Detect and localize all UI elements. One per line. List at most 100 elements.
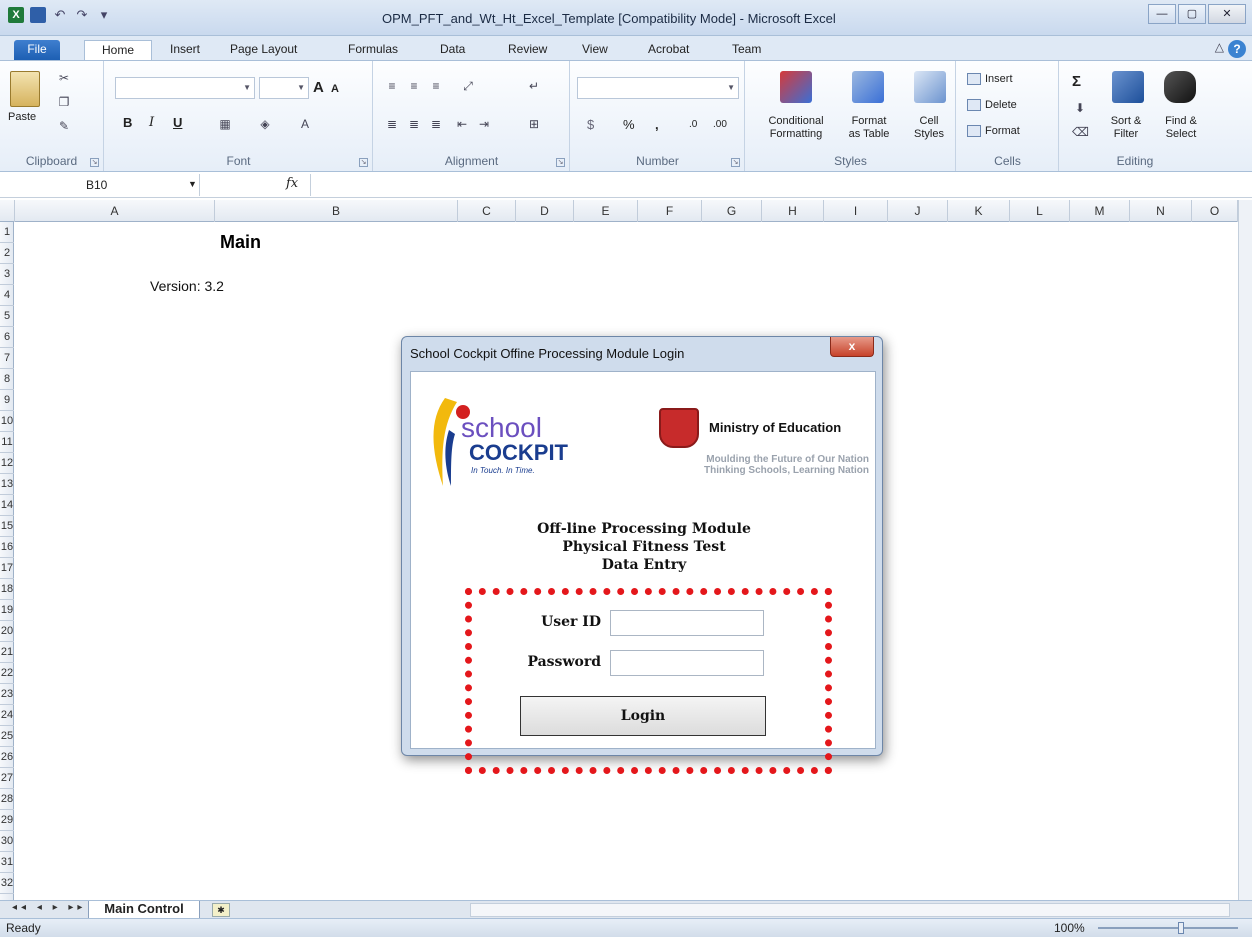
row-header[interactable]: 13: [0, 474, 14, 495]
number-format-combo[interactable]: ▼: [577, 77, 739, 99]
column-header[interactable]: M: [1070, 200, 1130, 222]
column-header[interactable]: K: [948, 200, 1010, 222]
decrease-decimal-button[interactable]: .00: [713, 119, 727, 130]
close-button[interactable]: ✕: [1208, 4, 1246, 24]
column-header[interactable]: F: [638, 200, 702, 222]
fill-color-icon[interactable]: ◈: [257, 117, 273, 131]
column-header[interactable]: E: [574, 200, 638, 222]
row-header[interactable]: 5: [0, 306, 14, 327]
row-header[interactable]: 20: [0, 621, 14, 642]
insert-cells-button[interactable]: Insert: [967, 73, 1013, 85]
row-header[interactable]: 24: [0, 705, 14, 726]
row-header[interactable]: 23: [0, 684, 14, 705]
row-header[interactable]: 9: [0, 390, 14, 411]
row-header[interactable]: 4: [0, 285, 14, 306]
maximize-button[interactable]: ▢: [1178, 4, 1206, 24]
excel-logo-icon[interactable]: X: [8, 7, 24, 23]
row-header[interactable]: 19: [0, 600, 14, 621]
select-all-corner[interactable]: [0, 200, 15, 222]
row-header[interactable]: 14: [0, 495, 14, 516]
row-header[interactable]: 18: [0, 579, 14, 600]
orientation-icon[interactable]: ⤢: [460, 79, 476, 93]
row-header[interactable]: 21: [0, 642, 14, 663]
undo-icon[interactable]: ↶: [52, 7, 68, 23]
tab-page-layout[interactable]: Page Layout: [226, 40, 301, 60]
tab-view[interactable]: View: [578, 40, 612, 60]
clear-icon[interactable]: ⌫: [1072, 125, 1089, 139]
align-top-icon[interactable]: ≡: [384, 79, 400, 93]
row-header[interactable]: 1: [0, 222, 14, 243]
tab-insert[interactable]: Insert: [166, 40, 204, 60]
clipboard-launcher-icon[interactable]: ↘: [90, 158, 99, 167]
format-painter-icon[interactable]: ✎: [56, 119, 72, 133]
insert-sheet-icon[interactable]: ✱: [212, 903, 230, 917]
format-as-table-button[interactable]: Format as Table: [834, 115, 904, 141]
row-header[interactable]: 31: [0, 852, 14, 873]
row-header[interactable]: 16: [0, 537, 14, 558]
number-launcher-icon[interactable]: ↘: [731, 158, 740, 167]
paste-button[interactable]: Paste: [8, 111, 36, 123]
row-header[interactable]: 27: [0, 768, 14, 789]
copy-icon[interactable]: ❐: [56, 95, 72, 109]
tab-acrobat[interactable]: Acrobat: [644, 40, 693, 60]
name-box[interactable]: B10 ▼: [0, 174, 200, 196]
row-header[interactable]: 15: [0, 516, 14, 537]
row-header[interactable]: 26: [0, 747, 14, 768]
sort-filter-icon[interactable]: [1112, 71, 1144, 103]
row-header[interactable]: 2: [0, 243, 14, 264]
minimize-ribbon-icon[interactable]: △: [1215, 40, 1224, 54]
conditional-formatting-icon[interactable]: [780, 71, 812, 103]
font-size-combo[interactable]: ▼: [259, 77, 309, 99]
percent-button[interactable]: %: [623, 117, 635, 132]
name-box-dropdown-icon[interactable]: ▼: [188, 179, 197, 189]
row-header[interactable]: 30: [0, 831, 14, 852]
row-header[interactable]: 25: [0, 726, 14, 747]
row-header[interactable]: 8: [0, 369, 14, 390]
row-header[interactable]: 12: [0, 453, 14, 474]
borders-icon[interactable]: ▦: [217, 117, 233, 131]
zoom-level[interactable]: 100%: [1054, 921, 1085, 935]
align-middle-icon[interactable]: ≡: [406, 79, 422, 93]
align-center-icon[interactable]: ≣: [406, 117, 422, 131]
tab-team[interactable]: Team: [728, 40, 765, 60]
column-header[interactable]: J: [888, 200, 948, 222]
format-cells-button[interactable]: Format: [967, 125, 1020, 137]
row-header[interactable]: 3: [0, 264, 14, 285]
save-icon[interactable]: [30, 7, 46, 23]
row-header[interactable]: 10: [0, 411, 14, 432]
conditional-formatting-button[interactable]: Conditional Formatting: [752, 115, 840, 141]
column-header[interactable]: O: [1192, 200, 1238, 222]
row-header[interactable]: 17: [0, 558, 14, 579]
delete-cells-button[interactable]: Delete: [967, 99, 1017, 111]
cell-styles-button[interactable]: Cell Styles: [902, 115, 956, 141]
column-header[interactable]: H: [762, 200, 824, 222]
dialog-close-button[interactable]: x: [830, 337, 874, 357]
help-icon[interactable]: ?: [1228, 40, 1246, 58]
align-right-icon[interactable]: ≣: [428, 117, 444, 131]
bold-button[interactable]: B: [123, 115, 132, 130]
align-left-icon[interactable]: ≣: [384, 117, 400, 131]
sheet-nav-arrows[interactable]: ◂◂ ◂ ▸ ▸▸: [12, 902, 86, 913]
paste-icon[interactable]: [10, 71, 40, 107]
tab-file[interactable]: File: [14, 40, 60, 60]
increase-indent-icon[interactable]: ⇥: [476, 117, 492, 131]
font-color-icon[interactable]: A: [297, 117, 313, 131]
column-header[interactable]: C: [458, 200, 516, 222]
tab-formulas[interactable]: Formulas: [344, 40, 402, 60]
sort-filter-button[interactable]: Sort & Filter: [1098, 115, 1154, 141]
italic-button[interactable]: I: [149, 115, 154, 130]
vertical-scrollbar[interactable]: [1238, 200, 1252, 900]
minimize-button[interactable]: —: [1148, 4, 1176, 24]
column-header[interactable]: N: [1130, 200, 1192, 222]
column-header[interactable]: A: [15, 200, 215, 222]
fill-icon[interactable]: ⬇: [1072, 101, 1088, 115]
tab-data[interactable]: Data: [436, 40, 469, 60]
row-header[interactable]: 6: [0, 327, 14, 348]
cut-icon[interactable]: ✂: [56, 71, 72, 85]
sheet-tab-main-control[interactable]: Main Control: [88, 901, 200, 919]
find-select-button[interactable]: Find & Select: [1154, 115, 1208, 141]
horizontal-scrollbar[interactable]: [470, 903, 1230, 917]
tab-home[interactable]: Home: [84, 40, 152, 60]
currency-button[interactable]: $: [587, 117, 594, 132]
customize-qat-icon[interactable]: ▾: [96, 7, 112, 23]
